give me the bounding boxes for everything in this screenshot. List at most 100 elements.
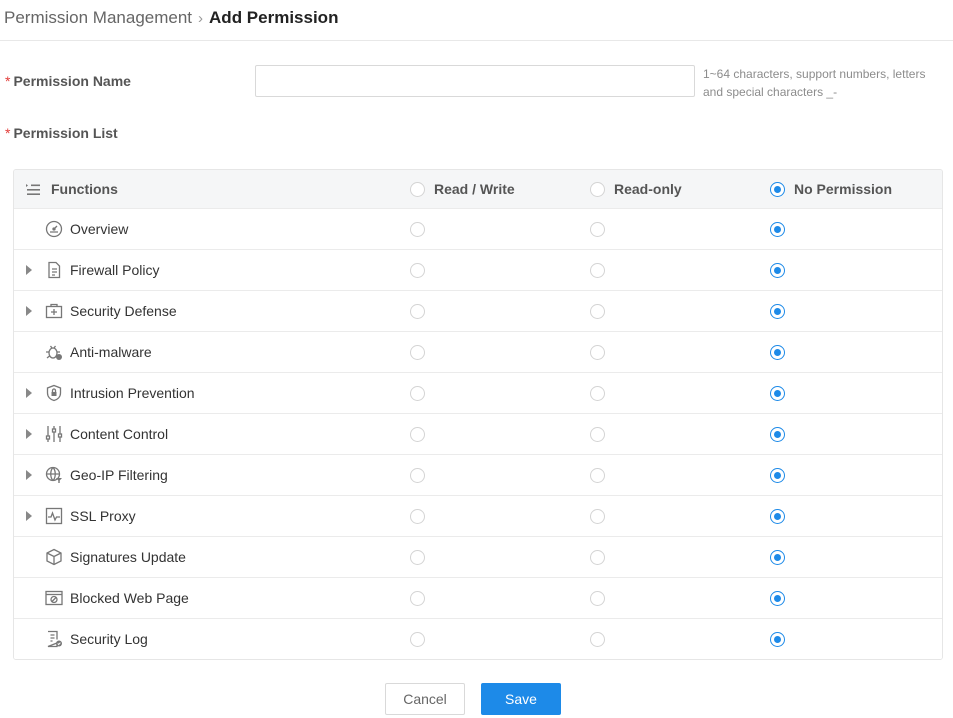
table-row: SSL Proxy — [14, 495, 942, 536]
read-only-radio[interactable] — [590, 385, 605, 401]
expand-caret-icon[interactable] — [26, 511, 32, 521]
header-read-write[interactable]: Read / Write — [410, 170, 515, 208]
blocked-browser-icon — [45, 589, 63, 607]
shield-lock-icon — [45, 384, 63, 402]
read-write-radio[interactable] — [410, 344, 425, 360]
cube-icon — [45, 548, 63, 566]
table-row: Signatures Update — [14, 536, 942, 577]
read-only-radio[interactable] — [590, 303, 605, 319]
page-title: Add Permission — [209, 8, 339, 27]
function-label: Content Control — [70, 426, 169, 442]
function-label: Overview — [70, 221, 129, 237]
header-functions: Functions — [14, 170, 118, 208]
no-permission-radio[interactable] — [770, 508, 785, 524]
no-permission-radio[interactable] — [770, 426, 785, 442]
cancel-button[interactable]: Cancel — [385, 683, 465, 715]
list-indent-icon — [25, 181, 41, 197]
pulse-icon — [45, 507, 63, 525]
read-write-radio[interactable] — [410, 426, 425, 442]
no-permission-radio[interactable] — [770, 549, 785, 565]
header-read-write-radio[interactable] — [410, 181, 425, 197]
permission-list-label-text: Permission List — [13, 125, 118, 141]
read-only-radio[interactable] — [590, 631, 605, 647]
read-only-radio[interactable] — [590, 467, 605, 483]
header-no-permission[interactable]: No Permission — [770, 170, 892, 208]
function-label: Signatures Update — [70, 549, 186, 565]
header-functions-label: Functions — [51, 181, 118, 197]
expand-caret-icon[interactable] — [26, 306, 32, 316]
required-mark: * — [5, 125, 11, 141]
no-permission-radio[interactable] — [770, 590, 785, 606]
table-row: Firewall Policy — [14, 249, 942, 290]
bug-icon — [45, 343, 63, 361]
gauge-icon — [45, 220, 63, 238]
permission-name-label: * Permission Name — [5, 73, 131, 89]
header-no-permission-radio[interactable] — [770, 181, 785, 197]
expand-caret-icon[interactable] — [26, 470, 32, 480]
medkit-icon — [45, 302, 63, 320]
function-label: Blocked Web Page — [70, 590, 189, 606]
no-permission-radio[interactable] — [770, 344, 785, 360]
read-only-radio[interactable] — [590, 426, 605, 442]
log-check-icon — [45, 630, 63, 648]
permission-name-input[interactable] — [255, 65, 695, 97]
table-row: Intrusion Prevention — [14, 372, 942, 413]
read-only-radio[interactable] — [590, 221, 605, 237]
breadcrumb-separator: › — [198, 9, 204, 27]
read-write-radio[interactable] — [410, 549, 425, 565]
table-row: Security Log — [14, 618, 942, 659]
table-row: Content Control — [14, 413, 942, 454]
read-write-radio[interactable] — [410, 303, 425, 319]
read-write-radio[interactable] — [410, 262, 425, 278]
permission-name-label-text: Permission Name — [13, 73, 131, 89]
required-mark: * — [5, 73, 11, 89]
permission-table: Functions Read / Write Read-only No Perm… — [13, 169, 943, 660]
read-only-radio[interactable] — [590, 549, 605, 565]
read-only-radio[interactable] — [590, 344, 605, 360]
read-only-radio[interactable] — [590, 262, 605, 278]
header-read-write-label: Read / Write — [434, 181, 515, 197]
read-only-radio[interactable] — [590, 590, 605, 606]
read-write-radio[interactable] — [410, 508, 425, 524]
sliders-icon — [45, 425, 63, 443]
expand-caret-icon[interactable] — [26, 265, 32, 275]
header-read-only[interactable]: Read-only — [590, 170, 682, 208]
header-read-only-radio[interactable] — [590, 181, 605, 197]
header-read-only-label: Read-only — [614, 181, 682, 197]
read-write-radio[interactable] — [410, 467, 425, 483]
read-write-radio[interactable] — [410, 221, 425, 237]
read-only-radio[interactable] — [590, 508, 605, 524]
table-row: Anti-malware — [14, 331, 942, 372]
header-divider — [0, 40, 953, 41]
permission-name-hint: 1~64 characters, support numbers, letter… — [703, 67, 926, 99]
globe-filter-icon — [45, 466, 63, 484]
breadcrumb-parent-link[interactable]: Permission Management — [4, 8, 192, 28]
document-icon — [45, 261, 63, 279]
read-write-radio[interactable] — [410, 631, 425, 647]
header-no-permission-label: No Permission — [794, 181, 893, 197]
no-permission-radio[interactable] — [770, 385, 785, 401]
read-write-radio[interactable] — [410, 590, 425, 606]
function-label: Security Log — [70, 631, 148, 647]
expand-caret-icon[interactable] — [26, 429, 32, 439]
no-permission-radio[interactable] — [770, 262, 785, 278]
read-write-radio[interactable] — [410, 385, 425, 401]
table-row: Security Defense — [14, 290, 942, 331]
no-permission-radio[interactable] — [770, 467, 785, 483]
function-label: Firewall Policy — [70, 262, 160, 278]
table-row: Blocked Web Page — [14, 577, 942, 618]
permission-list-label: * Permission List — [5, 125, 118, 141]
function-label: Security Defense — [70, 303, 177, 319]
function-label: SSL Proxy — [70, 508, 136, 524]
function-label: Anti-malware — [70, 344, 152, 360]
breadcrumb: Permission Management › Add Permission — [4, 7, 338, 29]
no-permission-radio[interactable] — [770, 631, 785, 647]
no-permission-radio[interactable] — [770, 303, 785, 319]
expand-caret-icon[interactable] — [26, 388, 32, 398]
table-row: Overview — [14, 208, 942, 249]
save-button[interactable]: Save — [481, 683, 561, 715]
function-label: Geo-IP Filtering — [70, 467, 168, 483]
function-label: Intrusion Prevention — [70, 385, 195, 401]
table-row: Geo-IP Filtering — [14, 454, 942, 495]
no-permission-radio[interactable] — [770, 221, 785, 237]
